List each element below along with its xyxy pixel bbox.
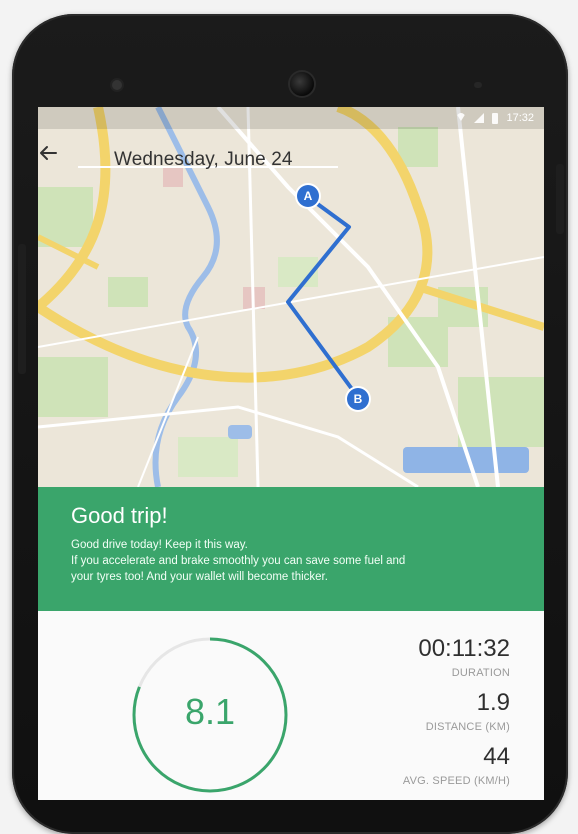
speed-value: 44: [483, 743, 510, 770]
duration-value: 00:11:32: [418, 635, 510, 662]
feedback-line: Good drive today! Keep it this way.: [71, 539, 248, 551]
speed-stat: 44 AVG. SPEED (KM/H): [403, 743, 510, 787]
distance-value: 1.9: [476, 689, 510, 716]
proximity-sensor: [474, 82, 482, 88]
duration-label: DURATION: [451, 667, 510, 679]
front-sensor: [112, 80, 122, 90]
duration-stat: 00:11:32 DURATION: [418, 635, 510, 679]
back-arrow-icon[interactable]: [38, 143, 58, 163]
front-camera: [290, 72, 314, 96]
status-time: 17:32: [506, 112, 534, 124]
volume-button: [18, 244, 26, 374]
wifi-icon: [456, 112, 467, 126]
app-bar: Wednesday, June 24: [38, 143, 544, 179]
feedback-line: If you accelerate and brake smoothly you…: [71, 555, 406, 567]
app-screen: 17:32 Wednesday, June 24 A B Good trip! …: [38, 107, 544, 800]
route-end-marker[interactable]: B: [347, 388, 369, 410]
distance-stat: 1.9 DISTANCE (KM): [426, 689, 510, 733]
signal-icon: [474, 113, 485, 123]
feedback-title: Good trip!: [71, 503, 168, 528]
route-start-marker[interactable]: A: [297, 185, 319, 207]
page-title: Wednesday, June 24: [114, 149, 293, 170]
battery-icon: [492, 112, 499, 124]
trip-score: 8.1: [184, 691, 236, 732]
route-map[interactable]: 17:32 Wednesday, June 24 A B: [38, 107, 544, 487]
trip-feedback-banner: Good trip! Good drive today! Keep it thi…: [38, 487, 544, 611]
speed-label: AVG. SPEED (KM/H): [402, 775, 510, 787]
distance-label: DISTANCE (KM): [425, 721, 510, 733]
feedback-line: your tyres too! And your wallet will bec…: [71, 571, 328, 583]
power-button: [556, 164, 564, 234]
status-bar: 17:32: [38, 107, 544, 129]
trip-stats: 8.1 00:11:32 DURATION 1.9 DISTANCE (KM) …: [38, 611, 544, 800]
